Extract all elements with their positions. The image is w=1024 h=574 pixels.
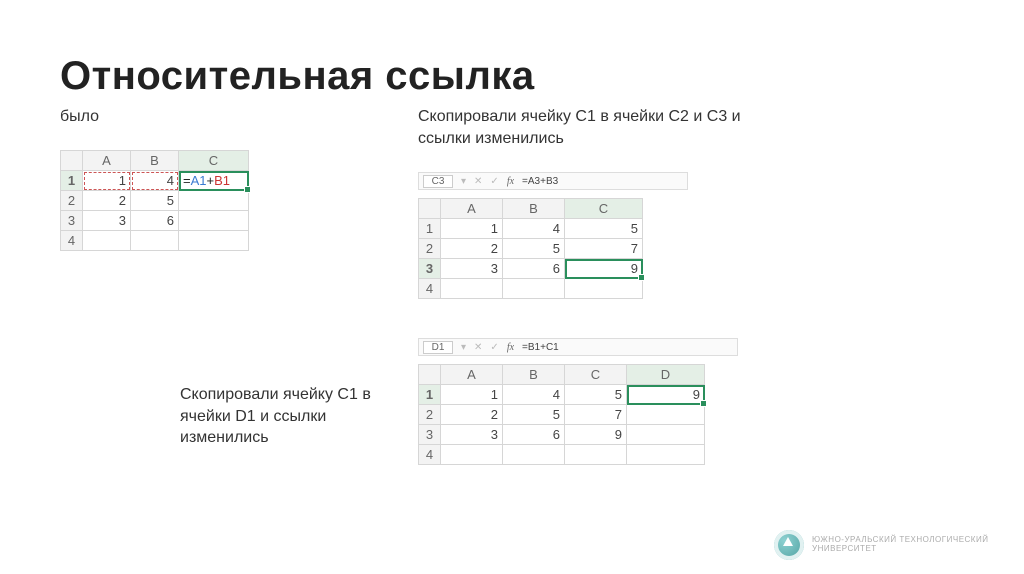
fx-icon[interactable]: fx: [507, 176, 514, 187]
cell: 3: [441, 259, 503, 279]
cell: [627, 405, 705, 425]
cell: 4: [503, 219, 565, 239]
formula-ref-b: B1: [214, 173, 230, 188]
col-header-selected: D: [627, 365, 705, 385]
row-header: 2: [419, 405, 441, 425]
cell: 5: [565, 385, 627, 405]
cell: 5: [565, 219, 643, 239]
formula-text[interactable]: =A3+B3: [522, 176, 558, 187]
formula-bar: C3 ▾ ✕ ✓ fx =A3+B3: [418, 172, 688, 190]
cell: 6: [503, 259, 565, 279]
cell: 3: [441, 425, 503, 445]
cell: 4: [503, 385, 565, 405]
slide-title: Относительная ссылка: [60, 54, 535, 99]
cell: 1: [441, 385, 503, 405]
cell: [441, 445, 503, 465]
cell-selected[interactable]: 9: [565, 259, 643, 279]
row-header-selected: 3: [419, 259, 441, 279]
col-header-selected: C: [179, 151, 249, 171]
col-header: B: [503, 365, 565, 385]
row-header: 4: [419, 279, 441, 299]
cell-formula-editing[interactable]: =A1+B1: [179, 171, 249, 191]
cell: 2: [441, 405, 503, 425]
cell: 2: [83, 191, 131, 211]
cell: 2: [441, 239, 503, 259]
name-box[interactable]: D1: [423, 341, 453, 354]
cell: [179, 231, 249, 251]
footer: ЮЖНО-УРАЛЬСКИЙ ТЕХНОЛОГИЧЕСКИЙ УНИВЕРСИТ…: [774, 530, 1002, 560]
formula-plus: +: [207, 173, 215, 188]
enter-icon[interactable]: ✓: [490, 176, 498, 187]
enter-icon[interactable]: ✓: [490, 342, 498, 353]
row-header: 2: [419, 239, 441, 259]
cell: [565, 445, 627, 465]
excel-grid-c-copied: A B C 1 1 4 5 2 2 5 7 3 3 6 9 4: [418, 198, 643, 299]
cell: [441, 279, 503, 299]
cancel-icon[interactable]: ✕: [474, 176, 482, 187]
col-header: A: [441, 365, 503, 385]
cell: [131, 231, 179, 251]
fx-icon[interactable]: fx: [507, 342, 514, 353]
col-header: B: [503, 199, 565, 219]
cell: 9: [565, 425, 627, 445]
cell: [503, 445, 565, 465]
cell: 3: [83, 211, 131, 231]
cell: 6: [503, 425, 565, 445]
cell: 5: [503, 405, 565, 425]
row-header: 3: [419, 425, 441, 445]
grid-corner: [419, 199, 441, 219]
cell: [627, 445, 705, 465]
formula-eq: =: [183, 173, 191, 188]
cell: [627, 425, 705, 445]
excel-grid-before: A B C 1 1 4 =A1+B1 2 2 5 3 3 6 4: [60, 150, 249, 251]
cell: 5: [503, 239, 565, 259]
row-header: 1: [419, 219, 441, 239]
caption-before: было: [60, 106, 99, 128]
row-header: 2: [61, 191, 83, 211]
cell: [503, 279, 565, 299]
cell: [179, 191, 249, 211]
university-logo-icon: [774, 530, 804, 560]
row-header: 4: [419, 445, 441, 465]
grid-corner: [61, 151, 83, 171]
cell: 6: [131, 211, 179, 231]
university-name: ЮЖНО-УРАЛЬСКИЙ ТЕХНОЛОГИЧЕСКИЙ УНИВЕРСИТ…: [812, 536, 1002, 554]
formula-text[interactable]: =B1+C1: [522, 342, 559, 353]
col-header: C: [565, 365, 627, 385]
excel-grid-d-copied: A B C D 1 1 4 5 9 2 2 5 7 3 3 6 9 4: [418, 364, 705, 465]
formula-bar: D1 ▾ ✕ ✓ fx =B1+C1: [418, 338, 738, 356]
dropdown-icon[interactable]: ▾: [461, 342, 466, 353]
dropdown-icon[interactable]: ▾: [461, 176, 466, 187]
col-header-selected: C: [565, 199, 643, 219]
caption-copy-d1: Скопировали ячейку С1 в ячейки D1 и ссыл…: [180, 384, 410, 449]
caption-copy-c2c3: Скопировали ячейку С1 в ячейки С2 и С3 и…: [418, 106, 778, 149]
row-header-selected: 1: [419, 385, 441, 405]
cell: [179, 211, 249, 231]
name-box[interactable]: C3: [423, 175, 453, 188]
cancel-icon[interactable]: ✕: [474, 342, 482, 353]
formula-ref-a: A1: [191, 173, 207, 188]
col-header: A: [441, 199, 503, 219]
row-header: 3: [61, 211, 83, 231]
cell: 7: [565, 405, 627, 425]
col-header: B: [131, 151, 179, 171]
grid-corner: [419, 365, 441, 385]
cell: 5: [131, 191, 179, 211]
cell: [565, 279, 643, 299]
row-header-selected: 1: [61, 171, 83, 191]
cell-selected[interactable]: 9: [627, 385, 705, 405]
cell: 4: [131, 171, 179, 191]
cell: [83, 231, 131, 251]
cell: 1: [83, 171, 131, 191]
row-header: 4: [61, 231, 83, 251]
col-header: A: [83, 151, 131, 171]
cell: 7: [565, 239, 643, 259]
cell: 1: [441, 219, 503, 239]
